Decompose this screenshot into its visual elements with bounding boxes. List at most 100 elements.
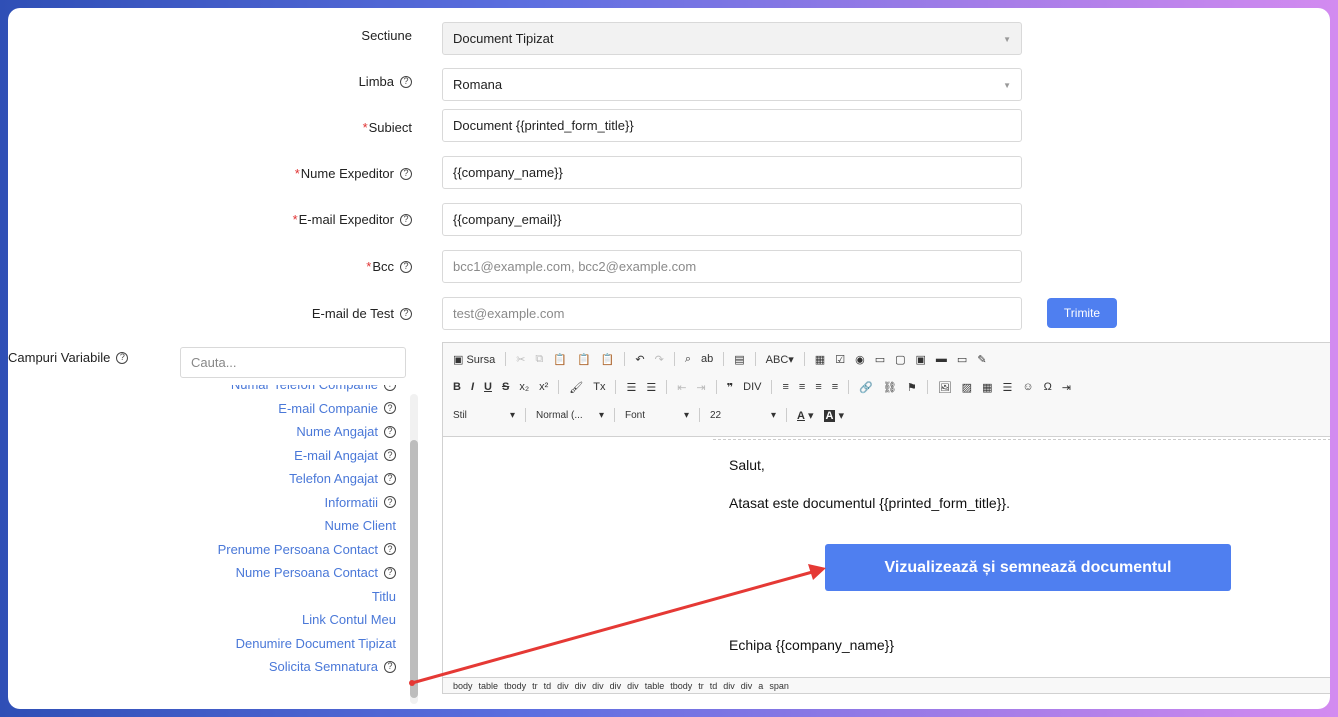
nume-expeditor-input[interactable]: {{company_name}} — [442, 156, 1022, 189]
path-segment[interactable]: div — [610, 681, 622, 691]
sectiune-select[interactable]: Document Tipizat ▼ — [442, 22, 1022, 55]
help-icon[interactable]: ? — [384, 660, 396, 673]
text-color-button[interactable]: A ▾ — [797, 409, 814, 422]
indent-icon[interactable]: ⇥ — [696, 381, 705, 394]
image-icon[interactable]: 🖼 — [938, 381, 952, 394]
email-expeditor-input[interactable]: {{company_email}} — [442, 203, 1022, 236]
path-segment[interactable]: table — [479, 681, 499, 691]
variable-item[interactable]: Titlu — [372, 589, 396, 604]
size-combo[interactable]: 22 ▾ — [710, 410, 776, 421]
div-icon[interactable]: DIV — [743, 381, 761, 393]
variable-item[interactable]: Telefon Angajat? — [289, 471, 396, 486]
path-segment[interactable]: td — [544, 681, 552, 691]
cut-icon[interactable]: ✂ — [516, 353, 525, 366]
variable-item[interactable]: Nume Persoana Contact? — [236, 565, 396, 580]
path-segment[interactable]: div — [723, 681, 735, 691]
superscript-icon[interactable]: x² — [539, 381, 548, 393]
flash-icon[interactable]: ▨ — [962, 381, 972, 394]
link-icon[interactable]: 🔗 — [859, 381, 873, 394]
page-break-icon[interactable]: ⇥ — [1062, 381, 1071, 394]
anchor-icon[interactable]: ⚑ — [907, 381, 917, 394]
variables-search-input[interactable]: Cauta... — [180, 347, 406, 378]
blockquote-icon[interactable]: ❞ — [727, 381, 733, 394]
justify-icon[interactable]: ≡ — [832, 381, 838, 393]
image-button-icon[interactable]: ▭ — [957, 353, 967, 366]
variable-item[interactable]: Nume Angajat? — [296, 424, 396, 439]
help-icon[interactable]: ? — [400, 213, 412, 226]
copy-format-icon[interactable]: 🖌 — [569, 381, 583, 394]
path-segment[interactable]: tbody — [670, 681, 692, 691]
variable-item[interactable]: Solicita Semnatura? — [269, 659, 396, 674]
spellcheck-icon[interactable]: ABC▾ — [766, 353, 794, 366]
underline-icon[interactable]: U — [484, 381, 492, 393]
help-icon[interactable]: ? — [384, 472, 396, 485]
help-icon[interactable]: ? — [384, 543, 396, 555]
table-icon[interactable]: ▦ — [982, 381, 992, 394]
help-icon[interactable]: ? — [384, 402, 396, 414]
select-field-icon[interactable]: ▣ — [916, 353, 926, 366]
variable-item[interactable]: Informatii? — [325, 495, 396, 510]
paste-word-icon[interactable]: 📋 — [601, 353, 615, 366]
hidden-field-icon[interactable]: ✎ — [977, 353, 986, 366]
send-test-button[interactable]: Trimite — [1047, 298, 1117, 328]
strike-icon[interactable]: S — [502, 381, 509, 393]
variable-item[interactable]: E-mail Angajat? — [294, 448, 396, 463]
help-icon[interactable]: ? — [384, 385, 396, 391]
path-segment[interactable]: table — [645, 681, 665, 691]
align-right-icon[interactable]: ≡ — [815, 381, 821, 393]
undo-icon[interactable]: ↶ — [635, 353, 644, 366]
italic-icon[interactable]: I — [471, 381, 474, 393]
radio-icon[interactable]: ◉ — [855, 353, 865, 366]
help-icon[interactable]: ? — [400, 307, 412, 320]
help-icon[interactable]: ? — [384, 449, 396, 461]
textfield-icon[interactable]: ▭ — [875, 353, 885, 366]
style-combo[interactable]: Stil ▾ — [453, 410, 515, 421]
form-icon[interactable]: ▦ — [815, 353, 825, 366]
bulleted-list-icon[interactable]: ☰ — [646, 381, 656, 394]
variable-item[interactable]: Numar Telefon Companie? — [231, 385, 396, 392]
replace-icon[interactable]: ab — [701, 353, 713, 365]
bold-icon[interactable]: B — [453, 381, 461, 393]
help-icon[interactable]: ? — [400, 75, 412, 88]
paste-icon[interactable]: 📋 — [553, 353, 567, 366]
select-all-icon[interactable]: ▤ — [734, 353, 744, 366]
unlink-icon[interactable]: ⛓ — [883, 381, 897, 394]
path-segment[interactable]: body — [453, 681, 473, 691]
outdent-icon[interactable]: ⇤ — [677, 381, 686, 394]
variable-item[interactable]: Link Contul Meu — [302, 612, 396, 627]
path-segment[interactable]: tr — [698, 681, 704, 691]
path-segment[interactable]: a — [758, 681, 763, 691]
variable-item[interactable]: Prenume Persoana Contact? — [218, 542, 396, 557]
variable-item[interactable]: Nume Client — [324, 518, 396, 533]
variables-scrollbar-thumb[interactable] — [410, 440, 418, 698]
path-segment[interactable]: td — [710, 681, 718, 691]
smiley-icon[interactable]: ☺ — [1022, 381, 1033, 393]
remove-format-icon[interactable]: Tx — [593, 381, 605, 393]
copy-icon[interactable]: ⧉ — [535, 353, 543, 366]
help-icon[interactable]: ? — [400, 167, 412, 180]
path-segment[interactable]: tbody — [504, 681, 526, 691]
paste-text-icon[interactable]: 📋 — [577, 353, 591, 366]
path-segment[interactable]: span — [769, 681, 789, 691]
help-icon[interactable]: ? — [384, 566, 396, 579]
help-icon[interactable]: ? — [384, 425, 396, 438]
bg-color-button[interactable]: A ▾ — [823, 409, 844, 422]
checkbox-icon[interactable]: ☑ — [835, 353, 845, 366]
help-icon[interactable]: ? — [400, 260, 412, 273]
help-icon[interactable]: ? — [116, 351, 129, 364]
align-left-icon[interactable]: ≡ — [782, 381, 788, 393]
button-field-icon[interactable]: ▬ — [936, 353, 947, 365]
numbered-list-icon[interactable]: ☰ — [626, 381, 636, 394]
path-segment[interactable]: div — [575, 681, 587, 691]
help-icon[interactable]: ? — [384, 496, 396, 508]
editor-content[interactable]: Salut, Atasat este documentul {{printed_… — [443, 437, 1330, 679]
path-segment[interactable]: div — [627, 681, 639, 691]
subiect-input[interactable]: Document {{printed_form_title}} — [442, 109, 1022, 142]
limba-select[interactable]: Romana ▼ — [442, 68, 1022, 101]
textarea-icon[interactable]: ▢ — [895, 353, 905, 366]
find-icon[interactable]: ⌕ — [685, 353, 691, 366]
path-segment[interactable]: div — [557, 681, 569, 691]
source-button[interactable]: ▣ Sursa — [453, 353, 495, 366]
path-segment[interactable]: tr — [532, 681, 538, 691]
format-combo[interactable]: Normal (... ▾ — [536, 410, 604, 421]
